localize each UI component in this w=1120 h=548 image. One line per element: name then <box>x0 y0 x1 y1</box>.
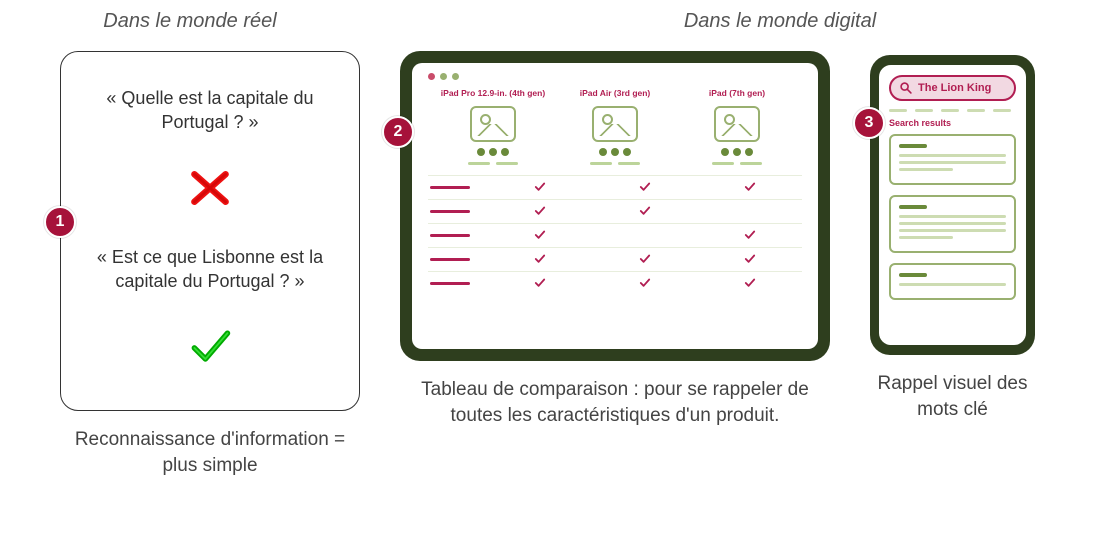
result-card <box>889 263 1016 300</box>
row-label-placeholder <box>428 186 488 189</box>
badge-three: 3 <box>853 107 885 139</box>
tablet-frame: iPad Pro 12.9-in. (4th gen) iPad Air (3r… <box>400 51 830 361</box>
search-icon <box>899 81 913 95</box>
product-col-3: iPad (7th gen) <box>709 88 765 100</box>
question-recall: « Quelle est la capitale du Portugal ? » <box>79 87 341 134</box>
check-cell <box>488 251 593 269</box>
check-icon <box>187 324 233 375</box>
cross-icon <box>187 165 233 216</box>
table-row <box>428 247 802 271</box>
question-recognition: « Est ce que Lisbonne est la capitale du… <box>79 246 341 293</box>
panel2-caption: Tableau de comparaison : pour se rappele… <box>400 377 830 428</box>
product-col-2: iPad Air (3rd gen) <box>580 88 651 100</box>
search-query-text: The Lion King <box>918 82 991 94</box>
search-results-label: Search results <box>889 118 1016 128</box>
result-card <box>889 195 1016 253</box>
check-cell <box>488 179 593 197</box>
check-cell <box>593 275 698 293</box>
badge-two: 2 <box>382 116 414 148</box>
table-row <box>428 223 802 247</box>
window-controls-icon <box>428 73 802 80</box>
check-cell <box>697 179 802 197</box>
row-label-placeholder <box>428 282 488 285</box>
panel-comparison-table: 2 iPad Pro 12.9-in. (4th gen) iPad Air (… <box>400 51 830 361</box>
heading-real-world: Dans le monde réel <box>0 10 380 33</box>
panel-real-world: 1 « Quelle est la capitale du Portugal ?… <box>60 51 360 411</box>
pager-dots-icon <box>721 148 753 156</box>
check-cell <box>593 203 698 221</box>
row-label-placeholder <box>428 210 488 213</box>
panel-search-results: 3 The Lion King Search results <box>870 55 1035 355</box>
search-input[interactable]: The Lion King <box>889 75 1016 101</box>
row-label-placeholder <box>428 234 488 237</box>
nav-placeholder <box>889 109 1016 112</box>
panel1-caption: Reconnaissance d'information = plus simp… <box>60 427 360 478</box>
check-cell <box>593 251 698 269</box>
check-cell <box>593 227 698 245</box>
placeholder-lines <box>590 162 640 165</box>
check-cell <box>488 275 593 293</box>
image-placeholder-icon <box>714 106 760 142</box>
table-row <box>428 175 802 199</box>
check-cell <box>697 275 802 293</box>
phone-frame: The Lion King Search results <box>870 55 1035 355</box>
pager-dots-icon <box>477 148 509 156</box>
check-cell <box>697 251 802 269</box>
pager-dots-icon <box>599 148 631 156</box>
table-row <box>428 271 802 295</box>
check-cell <box>488 227 593 245</box>
panel3-caption: Rappel visuel des mots clé <box>870 371 1035 422</box>
product-col-1: iPad Pro 12.9-in. (4th gen) <box>441 88 545 100</box>
badge-one: 1 <box>44 206 76 238</box>
check-cell <box>593 179 698 197</box>
table-row <box>428 199 802 223</box>
placeholder-lines <box>468 162 518 165</box>
comparison-rows <box>428 175 802 295</box>
heading-digital-world: Dans le monde digital <box>380 10 1120 33</box>
placeholder-lines <box>712 162 762 165</box>
image-placeholder-icon <box>470 106 516 142</box>
row-label-placeholder <box>428 258 488 261</box>
image-placeholder-icon <box>592 106 638 142</box>
result-card <box>889 134 1016 185</box>
check-cell <box>697 203 802 221</box>
check-cell <box>697 227 802 245</box>
check-cell <box>488 203 593 221</box>
